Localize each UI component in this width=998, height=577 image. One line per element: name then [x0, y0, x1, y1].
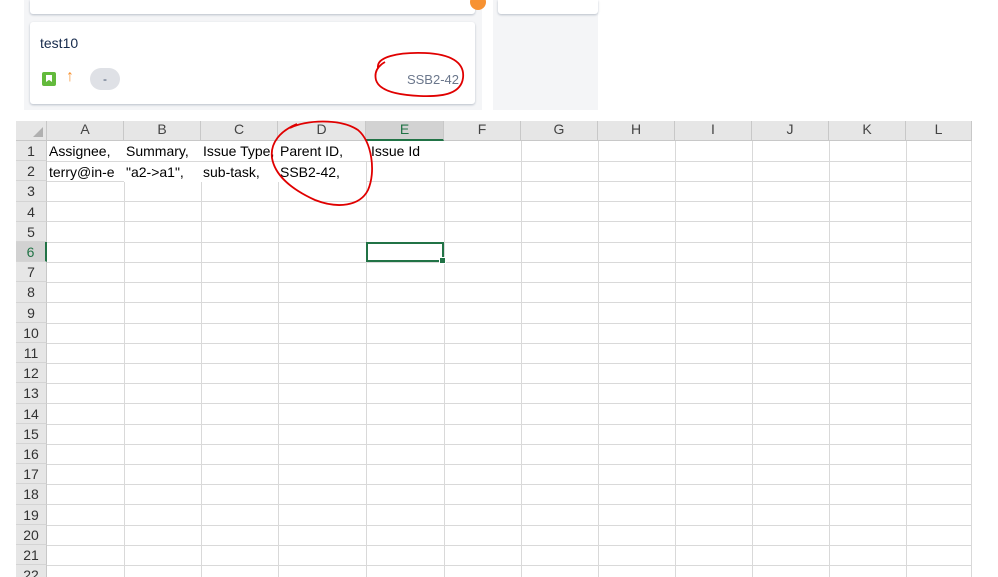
- row-header-16[interactable]: 16: [16, 444, 47, 465]
- column-header-i[interactable]: I: [675, 121, 752, 141]
- grid-line: [47, 343, 972, 344]
- cell-a1[interactable]: Assignee,: [47, 141, 124, 161]
- grid-line: [598, 141, 599, 577]
- grid-line: [971, 141, 972, 577]
- cell-grid[interactable]: A B C D E F G H I J K L 1 2 3 4 5 6 7 8 …: [16, 121, 972, 577]
- column-header-j[interactable]: J: [752, 121, 829, 141]
- grid-line: [47, 201, 972, 202]
- column-header-c[interactable]: C: [201, 121, 278, 141]
- column-header-f[interactable]: F: [444, 121, 521, 141]
- cell-e1[interactable]: Issue Id: [366, 141, 447, 161]
- grid-line: [47, 282, 972, 283]
- cell-c1[interactable]: Issue Type,: [201, 141, 278, 161]
- column-header-l[interactable]: L: [906, 121, 972, 141]
- grid-line: [444, 141, 445, 577]
- select-all-corner[interactable]: [16, 121, 47, 141]
- grid-line: [366, 141, 367, 577]
- estimate-badge: -: [90, 68, 120, 90]
- grid-line: [124, 141, 125, 577]
- row-header-19[interactable]: 19: [16, 504, 47, 525]
- board-column-next: [493, 0, 598, 110]
- column-header-a[interactable]: A: [47, 121, 124, 141]
- row-header-22[interactable]: 22: [16, 565, 47, 577]
- issue-key-link[interactable]: SSB2-42: [407, 72, 459, 87]
- grid-line: [278, 141, 279, 577]
- card-title: test10: [40, 35, 79, 51]
- row-header-10[interactable]: 10: [16, 322, 47, 343]
- grid-line: [47, 464, 972, 465]
- grid-line: [47, 221, 972, 222]
- grid-line: [47, 444, 972, 445]
- grid-line: [47, 323, 972, 324]
- grid-line: [906, 141, 907, 577]
- cell-a2[interactable]: terry@in-e: [47, 162, 124, 182]
- cell-c2[interactable]: sub-task,: [201, 161, 278, 182]
- cell-d2[interactable]: SSB2-42,: [278, 161, 366, 182]
- avatar[interactable]: [470, 0, 486, 10]
- grid-line: [47, 484, 972, 485]
- grid-line: [47, 504, 972, 505]
- row-header-11[interactable]: 11: [16, 343, 47, 364]
- row-header-7[interactable]: 7: [16, 262, 47, 283]
- story-icon: [42, 72, 56, 86]
- column-header-g[interactable]: G: [521, 121, 598, 141]
- grid-line: [47, 545, 972, 546]
- row-header-18[interactable]: 18: [16, 484, 47, 505]
- cell-d1[interactable]: Parent ID,: [278, 141, 366, 161]
- issue-card[interactable]: test10 ↑ - SSB2-42: [30, 22, 475, 104]
- grid-line: [47, 403, 972, 404]
- active-cell-e6[interactable]: [366, 242, 446, 264]
- column-header-e[interactable]: E: [366, 121, 444, 141]
- row-header-17[interactable]: 17: [16, 464, 47, 485]
- row-header-2[interactable]: 2: [16, 161, 47, 182]
- grid-line: [752, 141, 753, 577]
- grid-line: [47, 363, 972, 364]
- column-header-d[interactable]: D: [278, 121, 366, 141]
- row-header-21[interactable]: 21: [16, 545, 47, 566]
- row-header-12[interactable]: 12: [16, 363, 47, 384]
- grid-line: [47, 565, 972, 566]
- row-header-4[interactable]: 4: [16, 201, 47, 222]
- row-header-14[interactable]: 14: [16, 403, 47, 424]
- cell-b1[interactable]: Summary,: [124, 141, 201, 161]
- row-header-20[interactable]: 20: [16, 524, 47, 545]
- board-area: test10 ↑ - SSB2-42: [0, 0, 998, 112]
- grid-line: [829, 141, 830, 577]
- column-header-k[interactable]: K: [829, 121, 906, 141]
- grid-line: [47, 262, 972, 263]
- grid-line: [47, 302, 972, 303]
- row-header-1[interactable]: 1: [16, 141, 47, 162]
- cell-b2[interactable]: "a2->a1",: [124, 161, 201, 182]
- row-header-13[interactable]: 13: [16, 383, 47, 404]
- grid-line: [47, 525, 972, 526]
- grid-line: [47, 424, 972, 425]
- row-header-5[interactable]: 5: [16, 221, 47, 242]
- grid-line: [521, 141, 522, 577]
- row-header-3[interactable]: 3: [16, 181, 47, 202]
- grid-line: [201, 141, 202, 577]
- spreadsheet[interactable]: A B C D E F G H I J K L 1 2 3 4 5 6 7 8 …: [16, 121, 972, 577]
- previous-card[interactable]: [30, 0, 486, 14]
- column-header-h[interactable]: H: [598, 121, 675, 141]
- next-column-card[interactable]: [498, 0, 598, 14]
- grid-line: [47, 383, 972, 384]
- row-header-6[interactable]: 6: [16, 242, 47, 263]
- grid-line: [47, 242, 972, 243]
- grid-line: [675, 141, 676, 577]
- priority-up-arrow-icon: ↑: [66, 68, 74, 85]
- row-header-8[interactable]: 8: [16, 282, 47, 303]
- column-header-b[interactable]: B: [124, 121, 201, 141]
- row-header-9[interactable]: 9: [16, 302, 47, 323]
- row-header-15[interactable]: 15: [16, 423, 47, 444]
